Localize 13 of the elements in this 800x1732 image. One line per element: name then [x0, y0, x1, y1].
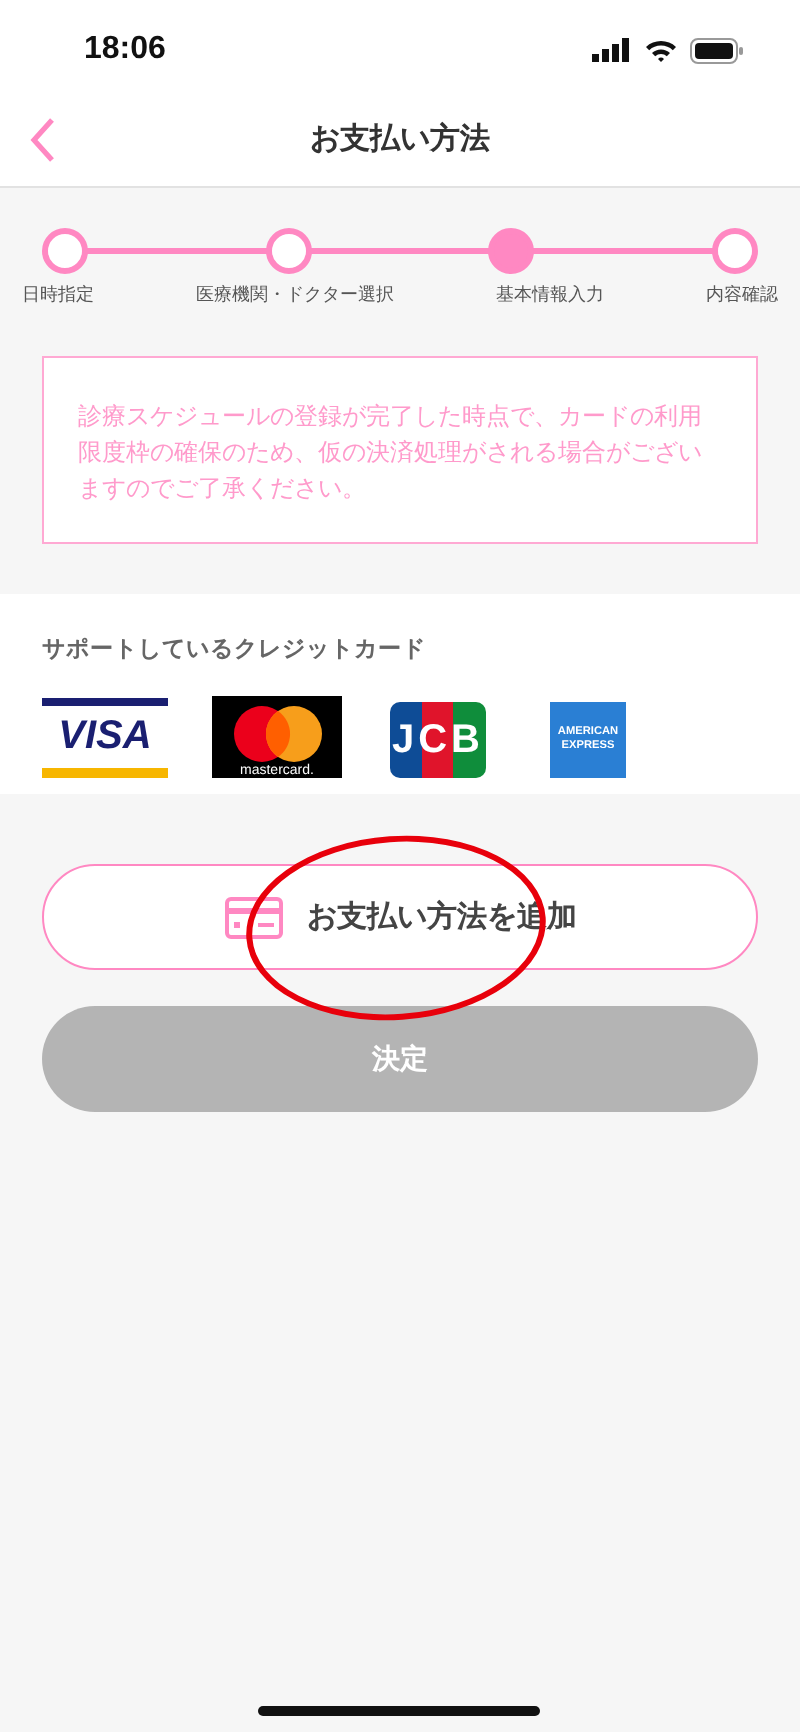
credit-card-icon — [223, 895, 283, 939]
notice-text: 診療スケジュールの登録が完了した時点で、カードの利用限度枠の確保のため、仮の決済処理がされる場合がございますのでご了承ください。 — [42, 356, 758, 544]
step-label: 医療機関・ドクター選択 — [196, 283, 394, 308]
step-label: 日時指定 — [22, 283, 94, 308]
wifi-icon — [644, 38, 678, 62]
step-label: 基本情報入力 — [496, 283, 604, 308]
section-heading: サポートしているクレジットカード — [42, 634, 428, 664]
card-logo: VISA — [42, 698, 168, 778]
signal-icon — [592, 38, 632, 62]
status-time: 18:06 — [84, 30, 166, 68]
battery-icon — [690, 37, 744, 63]
step-label: 内容確認 — [706, 283, 778, 308]
page-title: お支払い方法 — [310, 120, 490, 158]
